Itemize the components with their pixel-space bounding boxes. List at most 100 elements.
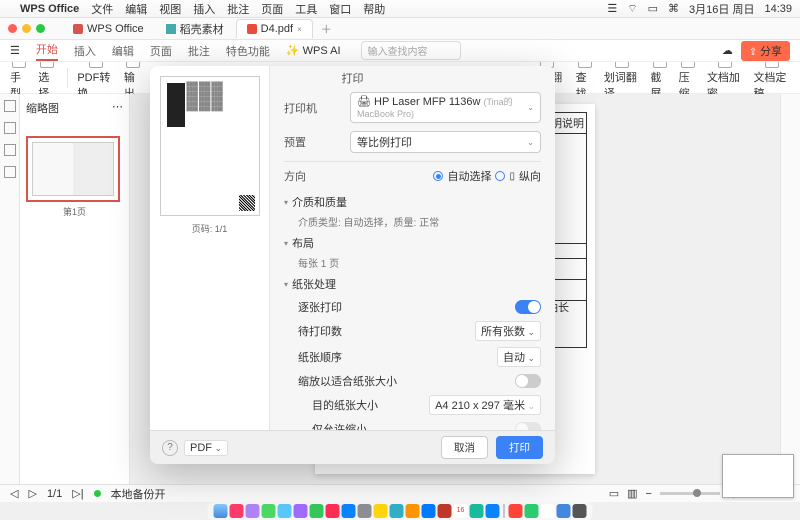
tray-icon[interactable]: ☰: [607, 2, 617, 15]
ribbon-tab-insert[interactable]: 插入: [74, 43, 96, 59]
dock-app-11[interactable]: [541, 504, 555, 518]
dock-app-9[interactable]: [470, 504, 484, 518]
printer-select[interactable]: 🖨 HP Laser MFP 1136w (Tina的MacBook Pro)⌄: [350, 92, 541, 123]
ribbon-tab-page[interactable]: 页面: [150, 43, 172, 59]
ribbon-tab-special[interactable]: 特色功能: [226, 43, 270, 59]
screen-mirror-thumbnail[interactable]: [722, 454, 794, 498]
collate-toggle[interactable]: [515, 300, 541, 314]
pdf-dropdown[interactable]: PDF ⌄: [184, 440, 228, 456]
tab-d4-pdf[interactable]: D4.pdf ×: [236, 19, 313, 38]
print-preview: ████ ████ ████████ ████ ████████ ████ ██…: [160, 76, 260, 216]
ribbon-tabs: ☰ 开始 插入 编辑 页面 批注 特色功能 ✨ WPS AI 输入查找内容 ☁ …: [0, 40, 800, 62]
docer-icon: [166, 24, 176, 34]
dock-app-7[interactable]: [422, 504, 436, 518]
control-center-icon[interactable]: ⌘: [668, 2, 679, 15]
menu-file[interactable]: 文件: [91, 1, 113, 17]
ribbon-search-input[interactable]: 输入查找内容: [361, 41, 461, 60]
zoom-slider[interactable]: [660, 492, 720, 495]
view-mode2-icon[interactable]: ▥: [627, 487, 637, 500]
right-rail: [780, 94, 800, 484]
cloud-icon[interactable]: ☁: [722, 44, 733, 57]
dock-podcasts[interactable]: [294, 504, 308, 518]
menu-page[interactable]: 页面: [261, 1, 283, 17]
menubar-time[interactable]: 14:39: [764, 3, 792, 15]
menu-insert[interactable]: 插入: [193, 1, 215, 17]
status-next-icon[interactable]: ▷: [28, 487, 36, 500]
sheets-select[interactable]: 所有张数 ⌄: [475, 321, 541, 341]
rail-thumbnail-icon[interactable]: [4, 122, 16, 134]
status-page[interactable]: 1/1: [47, 488, 62, 500]
backup-status-icon: [94, 490, 101, 497]
dock-app-3[interactable]: [262, 504, 276, 518]
dock-music[interactable]: [326, 504, 340, 518]
page-thumbnail-1[interactable]: [26, 136, 120, 202]
close-window-button[interactable]: [8, 24, 17, 33]
app-name[interactable]: WPS Office: [20, 3, 79, 15]
tab-wps-home[interactable]: WPS Office: [63, 20, 154, 38]
minimize-window-button[interactable]: [22, 24, 31, 33]
section-media[interactable]: 介质和质量 介质类型: 自动选择，质量: 正常: [284, 194, 541, 229]
menu-annotate[interactable]: 批注: [227, 1, 249, 17]
dock-app-6[interactable]: [406, 504, 420, 518]
dock-folder[interactable]: [374, 504, 388, 518]
thumbnail-title: 缩略图: [26, 100, 59, 116]
dock-app-12[interactable]: [557, 504, 571, 518]
ribbon-tab-start[interactable]: 开始: [36, 41, 58, 61]
menu-edit[interactable]: 编辑: [125, 1, 147, 17]
backup-status: 本地备份开: [111, 486, 166, 502]
dock-app-4[interactable]: [278, 504, 292, 518]
ribbon-wps-ai[interactable]: ✨ WPS AI: [286, 44, 341, 57]
cancel-button[interactable]: 取消: [441, 436, 488, 459]
thumb-settings-icon[interactable]: ⋯: [112, 100, 123, 116]
dock-app-2[interactable]: [246, 504, 260, 518]
dock-app-10[interactable]: [486, 504, 500, 518]
rail-attachment-icon[interactable]: [4, 144, 16, 156]
dock-wechat[interactable]: [525, 504, 539, 518]
dock-app-5[interactable]: [390, 504, 404, 518]
zoom-out-status[interactable]: −: [646, 488, 652, 500]
zoom-window-button[interactable]: [36, 24, 45, 33]
wifi-icon[interactable]: ⌔: [627, 2, 637, 16]
ribbon-tab-edit[interactable]: 编辑: [112, 43, 134, 59]
dock-appstore[interactable]: [342, 504, 356, 518]
dock-app-8[interactable]: [438, 504, 452, 518]
ribbon-tab-annotate[interactable]: 批注: [188, 43, 210, 59]
ribbon-menu-button[interactable]: ☰: [10, 44, 20, 57]
menu-tools[interactable]: 工具: [295, 1, 317, 17]
status-bar: ◁ ▷ 1/1 ▷| 本地备份开 ▭ ▥ − ＋ 110% ⛶: [0, 484, 800, 502]
status-jump-icon[interactable]: ▷|: [72, 487, 83, 500]
section-paper-handling[interactable]: 纸张处理 逐张打印 待打印数所有张数 ⌄ 纸张顺序自动 ⌄ 缩放以适合纸张大小 …: [284, 276, 541, 440]
rail-bookmark-icon[interactable]: [4, 100, 16, 112]
tab-docer[interactable]: 稻壳素材: [156, 18, 234, 40]
dock-calendar[interactable]: 16: [454, 504, 468, 518]
help-button[interactable]: ?: [162, 440, 178, 456]
thumbnail-panel: 缩略图⋯ 第1页: [20, 94, 130, 484]
share-button[interactable]: ⇪ 分享: [741, 41, 790, 61]
status-prev-icon[interactable]: ◁: [10, 487, 18, 500]
preset-select[interactable]: 等比例打印⌄: [350, 131, 541, 153]
dock-app-1[interactable]: [230, 504, 244, 518]
dock-trash[interactable]: [573, 504, 587, 518]
scale-fit-toggle[interactable]: [515, 374, 541, 388]
rail-more-icon[interactable]: [4, 166, 16, 178]
dock-facetime[interactable]: [310, 504, 324, 518]
dock-settings[interactable]: [358, 504, 372, 518]
view-mode-icon[interactable]: ▭: [609, 487, 619, 500]
order-select[interactable]: 自动 ⌄: [497, 347, 541, 367]
menu-window[interactable]: 窗口: [329, 1, 351, 17]
dest-size-label: 目的纸张大小: [312, 397, 378, 413]
new-tab-button[interactable]: ＋: [321, 21, 332, 37]
left-rail: [0, 94, 20, 484]
menu-help[interactable]: 帮助: [363, 1, 385, 17]
print-button[interactable]: 打印: [496, 436, 543, 459]
dock-wps[interactable]: [509, 504, 523, 518]
macos-menubar: WPS Office 文件 编辑 视图 插入 批注 页面 工具 窗口 帮助 ☰ …: [0, 0, 800, 18]
battery-icon[interactable]: ▭: [648, 2, 658, 15]
menubar-date[interactable]: 3月16日 周日: [689, 1, 754, 17]
section-layout[interactable]: 布局 每张 1 页: [284, 235, 541, 270]
orientation-portrait-radio[interactable]: ▯ 纵向: [495, 168, 541, 184]
orientation-auto-radio[interactable]: 自动选择: [433, 168, 491, 184]
dock-finder[interactable]: [214, 504, 228, 518]
tab-close-icon[interactable]: ×: [297, 25, 302, 34]
menu-view[interactable]: 视图: [159, 1, 181, 17]
